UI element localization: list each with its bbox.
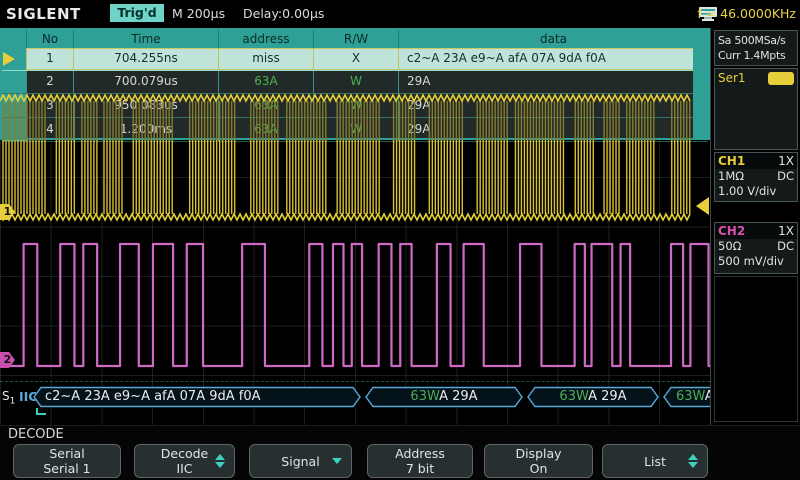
address-button[interactable]: Address 7 bit bbox=[367, 444, 473, 478]
ch2-scale-readout: 500 mV/div bbox=[715, 254, 797, 269]
ch1-top-envelope bbox=[0, 95, 690, 101]
ch2-waveform bbox=[0, 236, 710, 376]
ch1-trace-dim bbox=[3, 101, 690, 140]
acquisition-info-panel: Sa 500MSa/s Curr 1.4Mpts bbox=[714, 30, 798, 66]
ch1-attenuation: 1X bbox=[778, 154, 794, 168]
col-header-no: No bbox=[26, 30, 73, 48]
ch1-scale-readout: 1.00 V/div bbox=[715, 184, 797, 199]
cell-data: c2~A 23A e9~A afA 07A 9dA f0A bbox=[398, 48, 708, 70]
right-sidebar: Sa 500MSa/s Curr 1.4Mpts Ser1 CH1 1X 1MΩ… bbox=[710, 28, 800, 425]
button-label: List bbox=[644, 454, 666, 469]
serial-button[interactable]: Serial Serial 1 bbox=[13, 444, 121, 478]
ch2-info-panel[interactable]: CH2 1X 50Ω DC 500 mV/div bbox=[714, 222, 798, 274]
softkey-menu-bar: DECODE Serial Serial 1 Decode IIC Signal… bbox=[0, 425, 800, 480]
table-row-selected[interactable]: 1 704.255ns miss X c2~A 23A e9~A afA 07A… bbox=[2, 48, 708, 71]
bus-address-text: 63W bbox=[410, 389, 439, 404]
oscilloscope-screen: SIGLENT Trig'd M 200μs Delay:0.00μs f = … bbox=[0, 0, 800, 480]
button-label: Serial bbox=[49, 446, 84, 461]
col-header-rw: R/W bbox=[313, 30, 398, 48]
bus-source-label: S1 bbox=[2, 389, 15, 406]
cell-rw: X bbox=[313, 48, 398, 70]
col-header-time: Time bbox=[73, 30, 218, 48]
updown-arrow-icon bbox=[215, 454, 225, 468]
button-value: 7 bit bbox=[406, 461, 434, 476]
bus-data-text: A 29A bbox=[439, 389, 477, 404]
trigger-status-badge: Trig'd bbox=[110, 4, 164, 22]
button-label: Display bbox=[515, 446, 561, 461]
frequency-counter-readout: f = 46.0000KHz bbox=[697, 6, 796, 21]
timebase-readout: M 200μs bbox=[172, 6, 225, 21]
col-header-data: data bbox=[398, 30, 708, 48]
button-value: On bbox=[530, 461, 548, 476]
bus-segment-text: 63WA 29A bbox=[528, 389, 658, 404]
down-arrow-icon bbox=[332, 458, 342, 464]
bus-segment-text: c2~A 23A e9~A afA 07A 9dA f0A bbox=[45, 389, 261, 404]
ch2-label: CH2 bbox=[718, 224, 745, 238]
decode-button[interactable]: Decode IIC bbox=[134, 444, 235, 478]
col-header-address: address bbox=[218, 30, 313, 48]
serial-decode-label: Ser1 bbox=[718, 71, 746, 85]
memory-depth-readout: Curr 1.4Mpts bbox=[718, 48, 794, 63]
button-value: IIC bbox=[176, 461, 192, 476]
ch2-attenuation: 1X bbox=[778, 224, 794, 238]
bus-address-text: 63W bbox=[559, 389, 588, 404]
button-label: Address bbox=[395, 446, 445, 461]
cell-address: miss bbox=[218, 48, 313, 70]
ch1-info-panel[interactable]: CH1 1X 1MΩ DC 1.00 V/div bbox=[714, 152, 798, 202]
button-label: Decode bbox=[161, 446, 208, 461]
empty-sidebar-panel bbox=[714, 276, 798, 422]
delay-readout: Delay:0.00μs bbox=[243, 6, 324, 21]
ch2-impedance: 50Ω bbox=[718, 239, 741, 254]
bus-address-text: 63W bbox=[676, 389, 705, 404]
cell-time: 704.255ns bbox=[73, 48, 218, 70]
serial-color-swatch bbox=[768, 72, 794, 85]
serial-decode-panel[interactable]: Ser1 bbox=[714, 68, 798, 150]
signal-button[interactable]: Signal bbox=[249, 444, 352, 478]
bus-start-tick bbox=[36, 408, 46, 415]
bus-reference-line bbox=[0, 381, 710, 382]
cell-no: 1 bbox=[26, 48, 73, 70]
bus-protocol-label: IIC bbox=[19, 389, 37, 404]
sample-rate-readout: Sa 500MSa/s bbox=[718, 33, 794, 48]
brand-logo: SIGLENT bbox=[6, 5, 81, 23]
ch1-impedance: 1MΩ bbox=[718, 169, 744, 184]
selected-row-arrow-icon bbox=[3, 52, 15, 66]
ch1-waveform bbox=[0, 88, 710, 228]
marker-column-header bbox=[2, 30, 26, 48]
list-button[interactable]: List bbox=[602, 444, 708, 478]
bus-source-letter: S bbox=[2, 389, 10, 403]
ch2-coupling: DC bbox=[777, 239, 794, 254]
ch1-coupling: DC bbox=[777, 169, 794, 184]
button-label: Signal bbox=[281, 454, 319, 469]
bus-source-number: 1 bbox=[10, 396, 16, 406]
bus-data-text: A 29A bbox=[588, 389, 626, 404]
menu-title: DECODE bbox=[8, 427, 64, 442]
display-button[interactable]: Display On bbox=[484, 444, 593, 478]
updown-arrow-icon bbox=[688, 454, 698, 468]
ch1-label: CH1 bbox=[718, 154, 745, 168]
top-status-bar: SIGLENT Trig'd M 200μs Delay:0.00μs f = … bbox=[0, 0, 800, 28]
ch1-bottom-envelope bbox=[0, 214, 690, 220]
bus-segment-text: 63WA 29A bbox=[366, 389, 522, 404]
table-header-row: No Time address R/W data bbox=[2, 30, 708, 48]
ch2-trace bbox=[2, 244, 710, 366]
button-value: Serial 1 bbox=[43, 461, 90, 476]
ch1-trace bbox=[3, 140, 690, 214]
